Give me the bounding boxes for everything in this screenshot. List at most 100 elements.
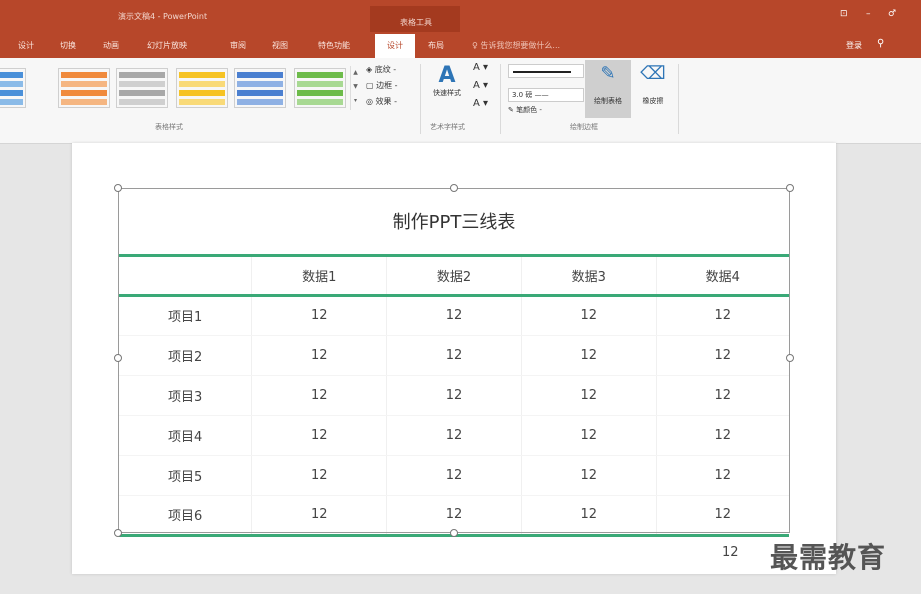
resize-handle[interactable] [114, 184, 122, 192]
quick-styles-button[interactable]: A 快速样式 [428, 64, 466, 114]
text-fill-icon[interactable]: A ▾ [473, 62, 488, 73]
paint-bucket-icon: ◈ [366, 65, 375, 74]
overflow-cell-value: 12 [722, 545, 739, 560]
pen-style-select[interactable] [508, 64, 584, 78]
draw-table-icon: ✎ [600, 63, 616, 84]
border-icon: ▢ [366, 81, 377, 90]
minimize-icon[interactable]: – [866, 9, 871, 19]
data-cell[interactable]: 12 [251, 295, 387, 336]
data-cell[interactable]: 12 [655, 415, 789, 456]
row-label-cell[interactable]: 项目5 [119, 455, 252, 496]
tab-design[interactable]: 设计 [18, 40, 34, 51]
data-cell[interactable]: 12 [520, 415, 657, 456]
context-tab-label: 表格工具 [370, 6, 460, 32]
data-cell[interactable]: 12 [655, 495, 789, 537]
table-style-swatch[interactable] [58, 68, 110, 108]
data-cell[interactable]: 12 [386, 375, 522, 416]
row-label-cell[interactable]: 项目6 [119, 495, 252, 537]
table-style-swatch[interactable] [176, 68, 228, 108]
data-cell[interactable]: 12 [655, 375, 789, 416]
shading-button[interactable]: ◈ 底纹 - [366, 64, 396, 75]
login-link[interactable]: 登录 [846, 40, 862, 51]
data-cell[interactable]: 12 [520, 295, 657, 336]
slide-canvas[interactable]: 制作PPT三线表 数据1 数据2 数据3 数据4 项目1 12 12 12 12… [72, 143, 836, 574]
header-cell[interactable]: 数据4 [655, 253, 789, 297]
data-cell[interactable]: 12 [520, 335, 657, 376]
watermark-logo: 最需教育 [770, 541, 887, 574]
title-bar: 演示文稿4 - PowerPoint 表格工具 ⊡ – ♂ 设计 切换 动画 幻… [0, 0, 921, 58]
text-effects-icon[interactable]: A ▾ [473, 98, 488, 109]
data-cell[interactable]: 12 [386, 335, 522, 376]
row-label-cell[interactable]: 项目3 [119, 375, 252, 416]
tab-features[interactable]: 特色功能 [318, 40, 350, 51]
maximize-icon[interactable]: ♂ [888, 9, 896, 19]
table-style-swatch[interactable] [0, 68, 26, 108]
header-cell[interactable] [119, 253, 252, 297]
tab-view[interactable]: 视图 [272, 40, 288, 51]
table-style-swatch[interactable] [234, 68, 286, 108]
table-style-swatch[interactable] [294, 68, 346, 108]
data-cell[interactable]: 12 [386, 455, 522, 496]
resize-handle[interactable] [786, 184, 794, 192]
data-cell[interactable]: 12 [251, 415, 387, 456]
tab-transitions[interactable]: 切换 [60, 40, 76, 51]
resize-handle[interactable] [786, 354, 794, 362]
data-cell[interactable]: 12 [251, 335, 387, 376]
tab-table-design[interactable]: 设计 [375, 34, 415, 58]
table-header-row: 数据1 数据2 数据3 数据4 [119, 253, 789, 297]
tab-animations[interactable]: 动画 [103, 40, 119, 51]
draw-table-button[interactable]: ✎ 绘制表格 [585, 60, 631, 118]
row-label-cell[interactable]: 项目4 [119, 415, 252, 456]
effects-icon: ◎ [366, 97, 376, 106]
ribbon-separator [420, 64, 421, 134]
gallery-scroll[interactable]: ▲ ▼ ▾ [350, 66, 360, 110]
data-cell[interactable]: 12 [520, 495, 657, 537]
data-cell[interactable]: 12 [655, 295, 789, 336]
restore-icon[interactable]: ⊡ [840, 9, 848, 19]
eraser-icon: ⌫ [640, 63, 666, 84]
tab-slideshow[interactable]: 幻灯片放映 [147, 40, 187, 51]
tab-layout[interactable]: 布局 [428, 40, 444, 51]
row-label-cell[interactable]: 项目1 [119, 295, 252, 336]
resize-handle[interactable] [450, 184, 458, 192]
table-row: 项目3 12 12 12 12 [119, 375, 789, 416]
data-cell[interactable]: 12 [251, 495, 387, 537]
data-cell[interactable]: 12 [655, 335, 789, 376]
wordart-icon: A [438, 63, 456, 88]
pen-weight-select[interactable]: 3.0 磅 —— [508, 88, 584, 102]
person-icon[interactable]: ⚲ [877, 38, 884, 49]
data-cell[interactable]: 12 [655, 455, 789, 496]
group-label-table-styles: 表格样式 [155, 123, 183, 131]
table-row: 项目1 12 12 12 12 [119, 295, 789, 336]
table-style-swatch[interactable] [116, 68, 168, 108]
data-cell[interactable]: 12 [386, 415, 522, 456]
resize-handle[interactable] [114, 354, 122, 362]
data-cell[interactable]: 12 [251, 375, 387, 416]
data-cell[interactable]: 12 [520, 455, 657, 496]
tab-review[interactable]: 审阅 [230, 40, 246, 51]
text-outline-icon[interactable]: A ▾ [473, 80, 488, 91]
resize-handle[interactable] [450, 529, 458, 537]
data-cell[interactable]: 12 [520, 375, 657, 416]
header-cell[interactable]: 数据1 [251, 253, 387, 297]
pen-color-button[interactable]: ✎ 笔颜色 - [508, 105, 542, 115]
table-row: 项目2 12 12 12 12 [119, 335, 789, 376]
ribbon-separator [678, 64, 679, 134]
tell-me-search[interactable]: ♀ 告诉我您想要做什么... [472, 40, 560, 51]
table-title[interactable]: 制作PPT三线表 [119, 189, 789, 255]
header-cell[interactable]: 数据2 [386, 253, 522, 297]
ribbon: ▲ ▼ ▾ 表格样式 ◈ 底纹 - ▢ 边框 - ◎ 效果 - A 快速样式 A ▾… [0, 58, 921, 144]
data-cell[interactable]: 12 [386, 295, 522, 336]
data-cell[interactable]: 12 [251, 455, 387, 496]
document-title: 演示文稿4 - PowerPoint [118, 12, 208, 21]
row-label-cell[interactable]: 项目2 [119, 335, 252, 376]
group-label-wordart: 艺术字样式 [430, 123, 465, 131]
three-line-table[interactable]: 制作PPT三线表 数据1 数据2 数据3 数据4 项目1 12 12 12 12… [119, 189, 789, 537]
group-label-draw-borders: 绘制边框 [570, 123, 598, 131]
eraser-button[interactable]: ⌫ 橡皮擦 [633, 60, 673, 118]
resize-handle[interactable] [114, 529, 122, 537]
effects-button[interactable]: ◎ 效果 - [366, 96, 397, 107]
borders-button[interactable]: ▢ 边框 - [366, 80, 398, 91]
header-cell[interactable]: 数据3 [520, 253, 657, 297]
ribbon-separator [500, 64, 501, 134]
